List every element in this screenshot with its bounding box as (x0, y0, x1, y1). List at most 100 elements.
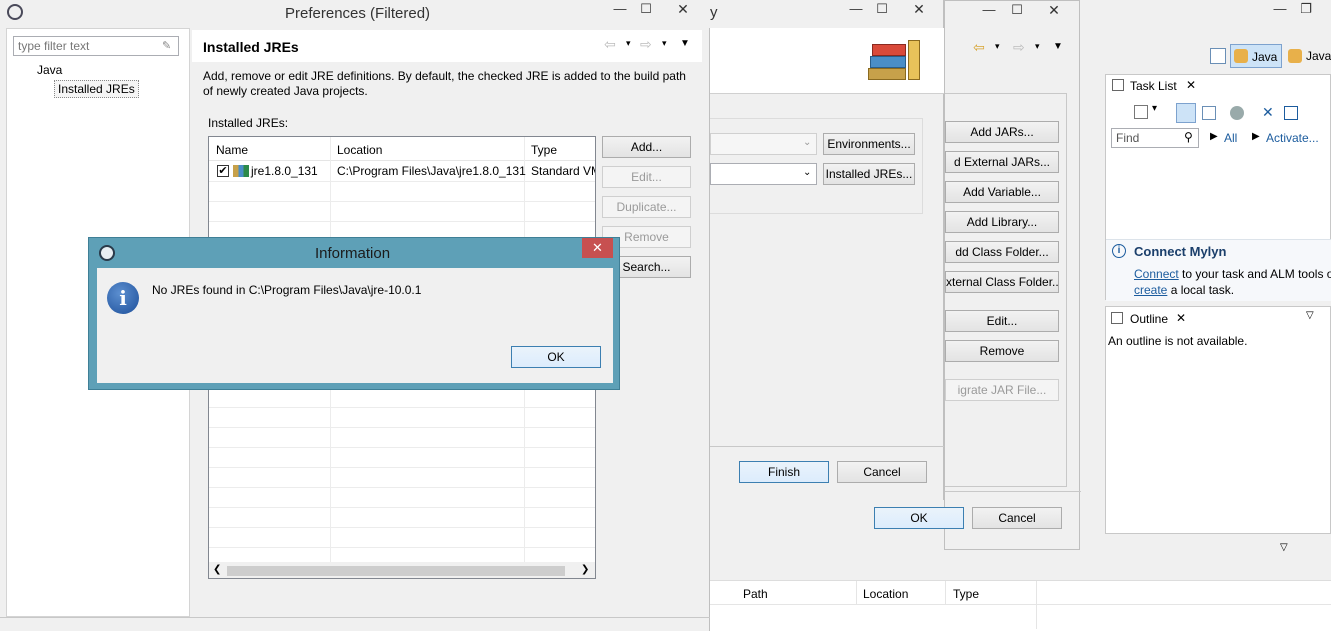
task-list-icon (1112, 79, 1124, 91)
open-perspective-icon[interactable] (1210, 48, 1226, 64)
dropdown-icon[interactable]: ▾ (662, 38, 667, 49)
view-menu-icon[interactable]: ▼ (1053, 41, 1063, 52)
scrollbar-thumb[interactable] (227, 566, 565, 576)
dropdown-icon[interactable]: ▾ (1035, 41, 1040, 52)
installed-jres-button[interactable]: Installed JREs... (823, 163, 915, 185)
connect-mylyn-panel: i Connect Mylyn Connect to your task and… (1106, 239, 1331, 301)
horizontal-scrollbar[interactable]: ❮ ❯ (209, 562, 595, 578)
environments-button[interactable]: Environments... (823, 133, 915, 155)
ok-button[interactable]: OK (511, 346, 601, 368)
scroll-left-icon[interactable]: ❮ (213, 564, 221, 575)
java-perspective-icon (1234, 49, 1248, 63)
view-menu-icon[interactable]: ▽ (1306, 310, 1314, 321)
page-description: Add, remove or edit JRE definitions. By … (203, 69, 686, 98)
scheduled-icon[interactable] (1202, 106, 1216, 120)
maximize-icon[interactable]: ☐ (868, 0, 896, 20)
library-books-icon (868, 40, 922, 82)
migrate-jar-button[interactable]: igrate JAR File... (945, 379, 1059, 401)
tree-item-java[interactable]: Java (37, 63, 62, 77)
column-type[interactable]: Type (531, 143, 557, 157)
ide-window: — ❐ Java Java Task List ✕ ▾ ✕ Find ⚲ ▶ A… (1080, 0, 1331, 631)
column-path[interactable]: Path (743, 587, 768, 601)
preferences-title: Preferences (Filtered) (285, 5, 431, 22)
minimize-icon[interactable]: — (975, 1, 1003, 21)
dialog-message: No JREs found in C:\Program Files\Java\j… (152, 283, 422, 297)
duplicate-button[interactable]: Duplicate... (602, 196, 691, 218)
perspective-bar: Java Java (1208, 44, 1331, 70)
column-type[interactable]: Type (953, 587, 979, 601)
create-line: create a local task. (1134, 283, 1234, 297)
dropdown-icon[interactable]: ▾ (1152, 103, 1157, 114)
task-list-tab[interactable]: Task List ✕ (1106, 75, 1206, 97)
outline-title[interactable]: Outline (1130, 312, 1168, 326)
scroll-right-icon[interactable]: ❯ (581, 564, 589, 575)
focus-icon[interactable] (1284, 106, 1298, 120)
minimize-icon[interactable]: — (606, 0, 634, 20)
view-menu-icon[interactable]: ▼ (680, 38, 690, 49)
all-link[interactable]: All (1224, 131, 1237, 145)
categorized-icon[interactable] (1176, 103, 1196, 123)
connect-link[interactable]: Connect (1134, 267, 1179, 281)
eclipse-gear-icon (99, 245, 115, 261)
java-perspective-button[interactable]: Java (1230, 44, 1282, 68)
close-icon[interactable]: ✕ (1186, 78, 1196, 92)
add-external-jars-button[interactable]: d External JARs... (945, 151, 1059, 173)
create-link[interactable]: create (1134, 283, 1167, 297)
column-location[interactable]: Location (863, 587, 908, 601)
add-button[interactable]: Add... (602, 136, 691, 158)
minimize-icon[interactable]: — (1266, 0, 1294, 20)
java-perspective-2-icon[interactable] (1288, 49, 1302, 63)
dialog-close-button[interactable]: ✕ (582, 238, 613, 258)
jre-checkbox[interactable]: ✔ (217, 165, 229, 177)
close-icon[interactable]: ✕ (896, 0, 942, 20)
add-jars-button[interactable]: Add JARs... (945, 121, 1059, 143)
back-icon[interactable]: ⇦ (973, 39, 985, 56)
bottom-table: Path Location Type (710, 580, 1331, 631)
finish-button[interactable]: Finish (739, 461, 829, 483)
hide-completed-icon[interactable] (1230, 106, 1244, 120)
close-icon[interactable]: ✕ (1176, 311, 1186, 325)
filter-input[interactable]: type filter text ✎ (13, 36, 179, 56)
view-menu-icon[interactable]: ▽ (1280, 542, 1288, 553)
activate-link[interactable]: Activate... (1266, 131, 1319, 145)
remove-button[interactable]: Remove (945, 340, 1059, 362)
outline-view: Outline ✕ ▽ An outline is not available. (1105, 306, 1331, 534)
table-row[interactable]: ✔ jre1.8.0_131 C:\Program Files\Java\jre… (209, 161, 595, 181)
wizard-cancel-button[interactable]: Cancel (837, 461, 927, 483)
edit-button[interactable]: Edit... (602, 166, 691, 188)
restore-icon[interactable]: ❐ (1292, 0, 1320, 20)
java-perspective-2-label[interactable]: Java (1306, 49, 1331, 63)
clear-filter-icon[interactable]: ✎ (162, 39, 171, 52)
new-task-icon[interactable] (1134, 105, 1148, 119)
collapse-icon[interactable]: ✕ (1262, 104, 1274, 121)
page-header: Installed JREs ⇦ ▾ ⇨ ▾ ▼ (192, 30, 702, 62)
back-icon[interactable]: ⇦ (604, 36, 616, 53)
forward-icon[interactable]: ⇨ (1013, 39, 1025, 56)
build-path-cancel-button[interactable]: Cancel (972, 507, 1062, 529)
add-library-button[interactable]: Add Library... (945, 211, 1059, 233)
arrow-right-icon: ▶ (1252, 131, 1260, 142)
create-text: a local task. (1167, 283, 1235, 297)
minimize-icon[interactable]: — (842, 0, 870, 20)
edit-button[interactable]: Edit... (945, 310, 1059, 332)
java-perspective-label: Java (1252, 50, 1278, 64)
maximize-icon[interactable]: ☐ (1003, 1, 1031, 21)
tree-item-installed-jres[interactable]: Installed JREs (54, 80, 139, 98)
add-class-folder-button[interactable]: dd Class Folder... (945, 241, 1059, 263)
dialog-title: Information (315, 245, 391, 262)
dropdown-icon[interactable]: ▾ (626, 38, 631, 49)
close-icon[interactable]: ✕ (1031, 1, 1077, 21)
find-input[interactable]: Find ⚲ (1111, 128, 1199, 148)
add-external-class-folder-button[interactable]: xternal Class Folder... (945, 271, 1059, 293)
wizard-window: y — ☐ ✕ ⌄ Environments... ⌄ Installed JR… (710, 0, 944, 500)
maximize-icon[interactable]: ☐ (632, 0, 660, 20)
column-location[interactable]: Location (337, 143, 382, 157)
alternate-jre-select[interactable]: ⌄ (710, 163, 817, 185)
dropdown-icon[interactable]: ▾ (995, 41, 1000, 52)
close-icon[interactable]: ✕ (660, 0, 706, 20)
execution-env-select[interactable]: ⌄ (710, 133, 817, 155)
build-path-ok-button[interactable]: OK (874, 507, 964, 529)
forward-icon[interactable]: ⇨ (640, 36, 652, 53)
column-name[interactable]: Name (216, 143, 248, 157)
add-variable-button[interactable]: Add Variable... (945, 181, 1059, 203)
